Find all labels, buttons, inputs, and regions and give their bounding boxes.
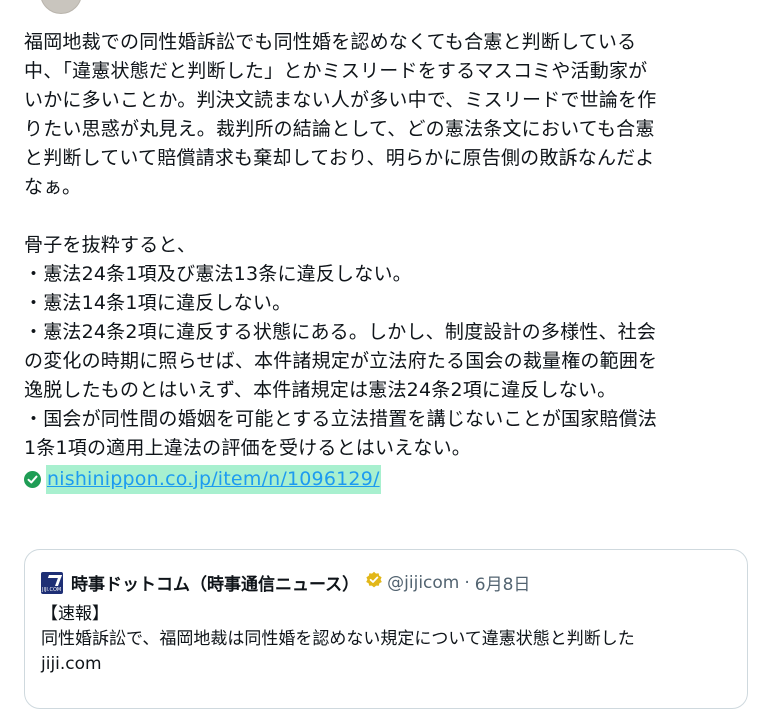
quoted-line: 同性婚訴訟で、福岡地裁は同性婚を認めない規定について違憲状態と判断した bbox=[41, 629, 635, 649]
tweet-line: 福岡地裁での同性婚訴訟でも同性婚を認めなくても合憲と判断している bbox=[24, 31, 637, 53]
quoted-tweet-header: JIJI.COM 時事ドットコム（時事通信ニュース） @jijicom · 6月… bbox=[41, 570, 530, 595]
tweet-line: 中、「違憲状態だと判断した」とかミスリードをするマスコミや活動家が bbox=[24, 60, 648, 82]
tweet-line: 逸脱したものとはいえず、本件諸規定は憲法24条2項に違反しない。 bbox=[24, 379, 617, 401]
quoted-line: 【速報】 bbox=[41, 604, 109, 624]
tweet-line: ・憲法24条1項及び憲法13条に違反しない。 bbox=[24, 263, 412, 285]
tweet-line: なぁ。 bbox=[24, 176, 82, 198]
tweet-line: ・憲法14条1項に違反しない。 bbox=[24, 292, 292, 314]
tweet-line: 骨子を抜粋すると、 bbox=[24, 234, 197, 256]
quoted-line: jiji.com bbox=[41, 654, 102, 674]
quoted-author-handle[interactable]: @jijicom bbox=[387, 573, 459, 593]
tweet-line: の変化の時期に照らせば、本件諸規定が立法府たる国会の裁量権の範囲を bbox=[24, 350, 658, 372]
verified-badge-icon bbox=[365, 571, 383, 594]
author-avatar[interactable] bbox=[40, 0, 82, 14]
tweet-line: ・国会が同性間の婚姻を可能とする立法措置を講じないことが国家賠償法 bbox=[24, 408, 658, 430]
article-link[interactable]: nishinippon.co.jp/item/n/1096129/ bbox=[46, 464, 381, 494]
jiji-logo-icon[interactable]: JIJI.COM bbox=[41, 571, 63, 594]
separator-dot: · bbox=[464, 572, 470, 593]
tweet-line: と判断していて賠償請求も棄却しており、明らかに原告側の敗訴なんだよ bbox=[24, 147, 655, 169]
quoted-tweet-text: 【速報】 同性婚訴訟で、福岡地裁は同性婚を認めない規定について違憲状態と判断した… bbox=[41, 602, 635, 677]
logo-text: JIJI.COM bbox=[42, 586, 62, 593]
quoted-tweet-card[interactable]: JIJI.COM 時事ドットコム（時事通信ニュース） @jijicom · 6月… bbox=[24, 549, 748, 709]
quoted-author-name[interactable]: 時事ドットコム（時事通信ニュース） bbox=[71, 570, 359, 595]
tweet-line: 1条1項の適用上違法の評価を受けるとはいえない。 bbox=[24, 437, 471, 459]
tweet-line: いかに多いことか。判決文読まない人が多い中で、ミスリードで世論を作 bbox=[24, 89, 657, 111]
tweet-text: 福岡地裁での同性婚訴訟でも同性婚を認めなくても合憲と判断している 中、「違憲状態… bbox=[24, 28, 754, 494]
tweet-line: ・憲法24条2項に違反する状態にある。しかし、制度設計の多様性、社会 bbox=[24, 321, 657, 343]
quoted-tweet-date[interactable]: 6月8日 bbox=[475, 570, 531, 595]
tweet-line: りたい思惑が丸見え。裁判所の結論として、どの憲法条文においても合憲 bbox=[24, 118, 655, 140]
link-row: nishinippon.co.jp/item/n/1096129/ bbox=[24, 464, 754, 494]
check-circle-icon bbox=[24, 470, 41, 488]
